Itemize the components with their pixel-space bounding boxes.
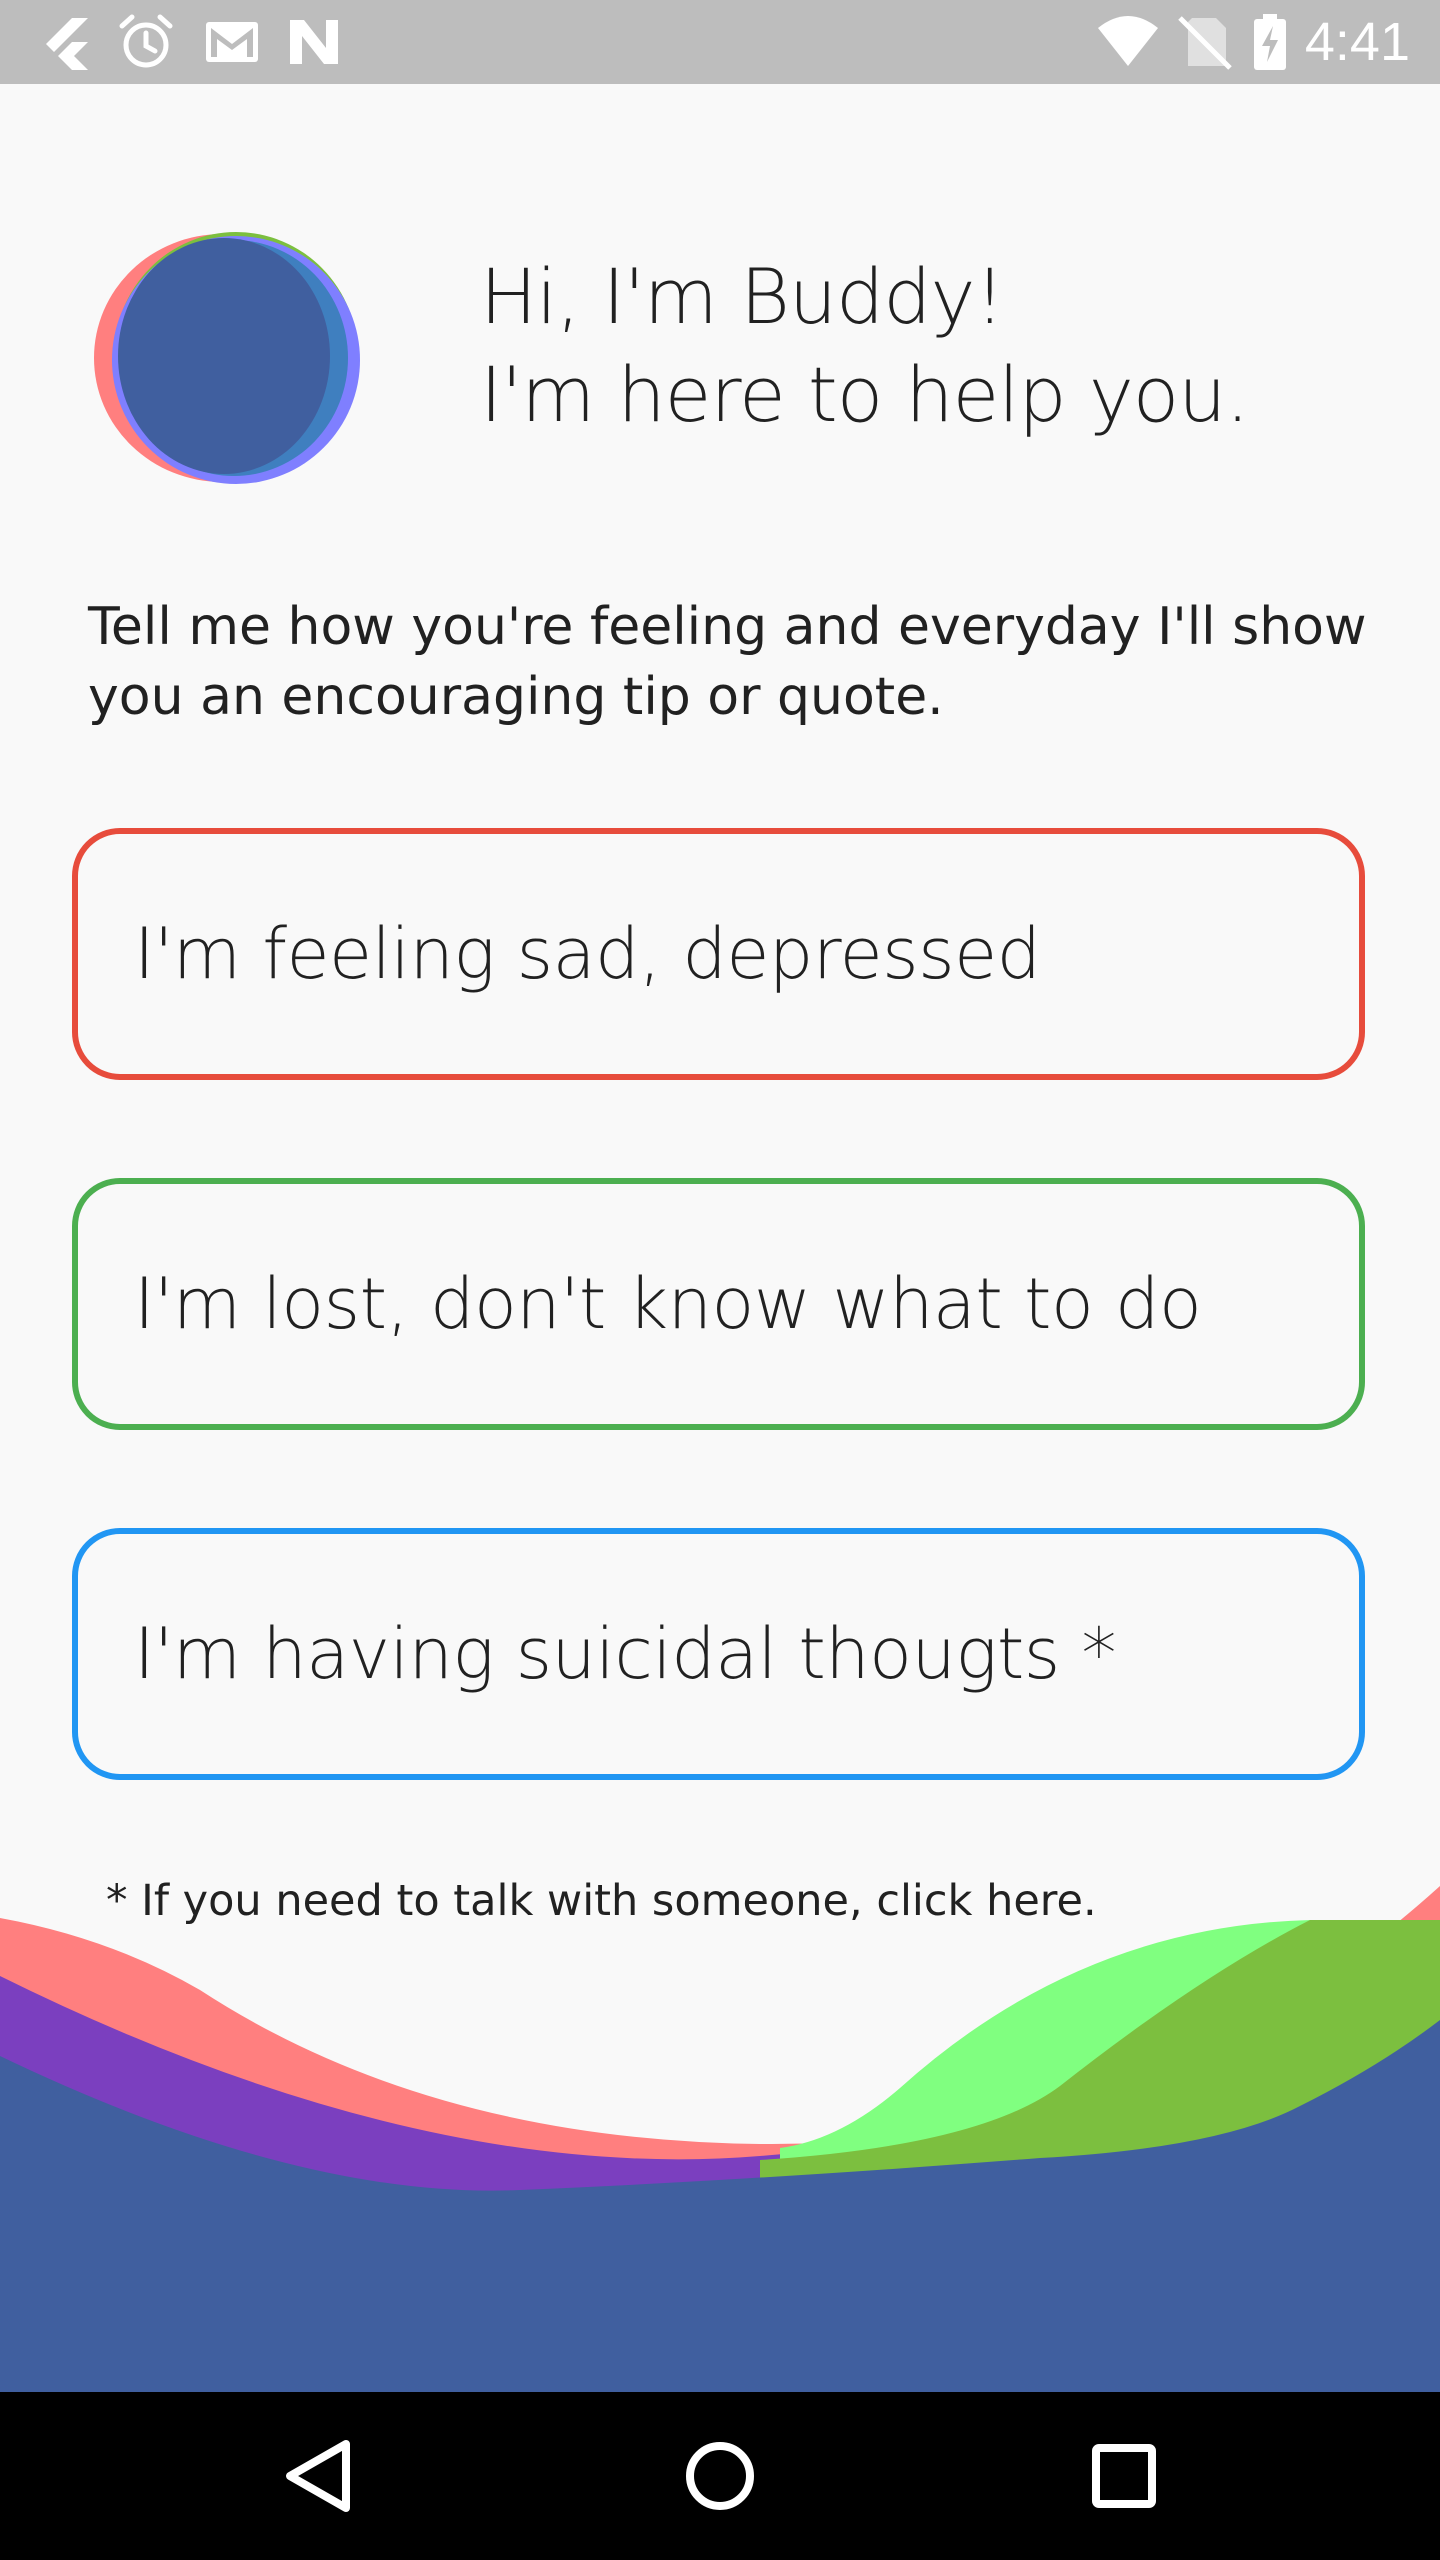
flutter-icon: [46, 18, 88, 70]
option-sad-button[interactable]: I'm feeling sad, depressed: [72, 828, 1365, 1080]
option-suicidal-label: I'm having suicidal thougts *: [134, 1613, 1117, 1695]
back-icon[interactable]: [268, 2426, 368, 2526]
recents-icon[interactable]: [1074, 2426, 1174, 2526]
help-link[interactable]: * If you need to talk with someone, clic…: [106, 1876, 1097, 1926]
greeting-line-2: I'm here to help you.: [480, 350, 1250, 439]
gmail-icon: [206, 22, 258, 62]
intro-text: Tell me how you're feeling and everyday …: [88, 597, 1367, 727]
nav-bar: [0, 2392, 1440, 2560]
status-time: 4:41: [1304, 12, 1410, 72]
option-sad-label: I'm feeling sad, depressed: [134, 913, 1041, 995]
option-suicidal-button[interactable]: I'm having suicidal thougts *: [72, 1528, 1365, 1780]
greeting: Hi, I'm Buddy! I'm here to help you.: [480, 248, 1250, 444]
no-sim-icon: [1178, 16, 1232, 70]
greeting-line-1: Hi, I'm Buddy!: [480, 252, 1005, 341]
option-lost-button[interactable]: I'm lost, don't know what to do: [72, 1178, 1365, 1430]
n-icon: [290, 20, 338, 64]
alarm-icon: [119, 14, 173, 68]
battery-charging-icon: [1254, 14, 1286, 70]
status-bar: 4:41: [0, 0, 1440, 84]
wifi-icon: [1098, 16, 1158, 66]
option-lost-label: I'm lost, don't know what to do: [134, 1263, 1202, 1345]
home-icon[interactable]: [670, 2426, 770, 2526]
buddy-avatar: [94, 232, 360, 484]
decorative-waves: [0, 1886, 1440, 2392]
